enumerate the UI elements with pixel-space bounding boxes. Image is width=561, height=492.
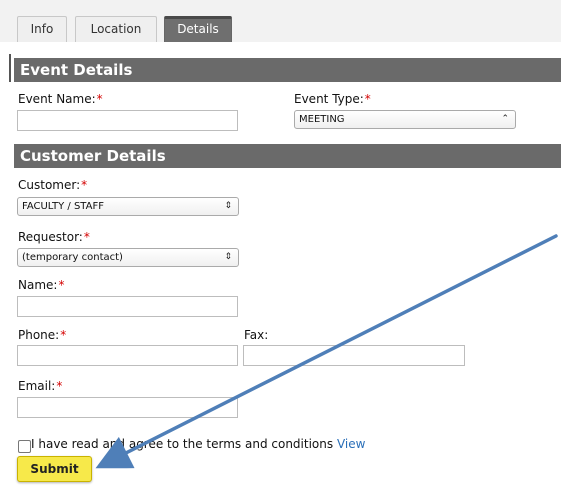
annotation-arrow-icon <box>95 234 558 469</box>
